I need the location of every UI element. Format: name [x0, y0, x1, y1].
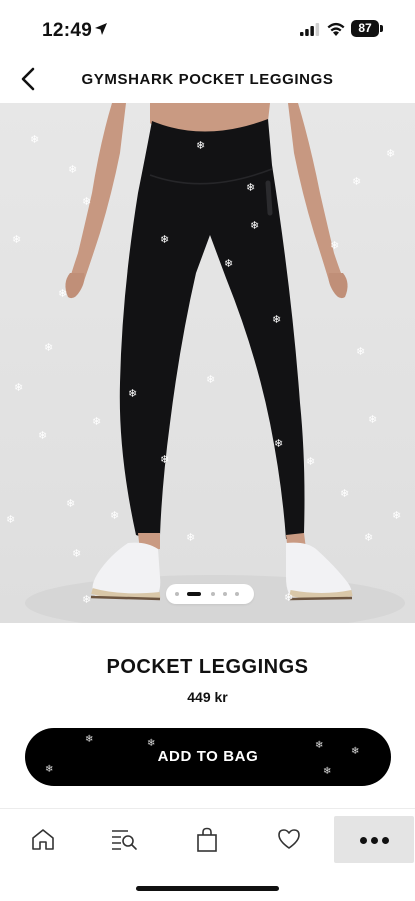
- svg-text:❄: ❄: [160, 453, 169, 466]
- battery-indicator: 87: [351, 20, 379, 37]
- svg-text:❄: ❄: [82, 195, 91, 208]
- wifi-icon: [327, 22, 345, 36]
- cellular-signal-icon: [300, 23, 320, 36]
- nav-header: GYMSHARK POCKET LEGGINGS: [0, 54, 415, 104]
- carousel-dot[interactable]: [211, 592, 215, 596]
- svg-text:❄: ❄: [14, 381, 23, 394]
- location-arrow-icon: [95, 23, 107, 35]
- carousel-dot[interactable]: [223, 592, 227, 596]
- svg-text:❄: ❄: [284, 591, 293, 604]
- product-image-carousel[interactable]: ❄ ❄ ❄ ❄ ❄ ❄ ❄ ❄ ❄ ❄ ❄ ❄ ❄ ❄ ❄ ❄ ❄ ❄ ❄ ❄ ❄ ❄ ❄ ❄ ❄ ❄ ❄ ❄ ❄ ❄ …: [0, 103, 415, 623]
- home-icon: [32, 829, 54, 850]
- page-title: GYMSHARK POCKET LEGGINGS: [81, 71, 334, 88]
- svg-text:❄: ❄: [38, 429, 47, 442]
- svg-text:❄: ❄: [110, 509, 119, 522]
- svg-text:❄: ❄: [92, 415, 101, 428]
- bag-icon: [197, 827, 217, 852]
- svg-text:❄: ❄: [224, 257, 233, 270]
- svg-text:❄: ❄: [246, 181, 255, 194]
- svg-text:❄: ❄: [12, 233, 21, 246]
- svg-text:❄: ❄: [44, 341, 53, 354]
- svg-text:❄: ❄: [272, 313, 281, 326]
- tab-search[interactable]: [92, 817, 152, 861]
- svg-text:❄: ❄: [82, 593, 91, 606]
- svg-text:❄: ❄: [206, 373, 215, 386]
- svg-text:❄: ❄: [128, 387, 137, 400]
- add-to-bag-button[interactable]: ❄ ❄ ❄ ❄ ❄ ❄ ADD TO BAG: [25, 728, 391, 786]
- product-name: POCKET LEGGINGS: [106, 656, 309, 678]
- tab-wishlist[interactable]: [258, 817, 318, 861]
- svg-text:❄: ❄: [368, 413, 377, 426]
- svg-text:❄: ❄: [386, 147, 395, 160]
- more-icon-dot: [382, 837, 389, 844]
- svg-text:❄: ❄: [364, 531, 373, 544]
- status-bar: 12:49 87: [0, 0, 415, 54]
- svg-text:❄: ❄: [340, 487, 349, 500]
- add-to-bag-label: ADD TO BAG: [157, 748, 259, 765]
- tab-more[interactable]: [334, 816, 414, 863]
- svg-text:❄: ❄: [274, 437, 283, 450]
- heart-icon: [278, 829, 300, 849]
- svg-text:❄: ❄: [66, 497, 75, 510]
- more-icon: [360, 837, 367, 844]
- carousel-dot[interactable]: [175, 592, 179, 596]
- svg-text:❄: ❄: [72, 547, 81, 560]
- carousel-dot[interactable]: [235, 592, 239, 596]
- tab-bag[interactable]: [177, 817, 237, 861]
- svg-text:❄: ❄: [196, 139, 205, 152]
- home-indicator: [136, 886, 279, 891]
- snowflake-icon: ❄: [85, 734, 94, 745]
- search-list-icon: [112, 830, 137, 850]
- back-arrow-icon[interactable]: [14, 64, 44, 94]
- clock: 12:49: [42, 20, 93, 41]
- battery-tip: [380, 25, 383, 32]
- snowflake-icon: ❄: [45, 764, 54, 775]
- more-icon-dot: [371, 837, 378, 844]
- product-price: 449 kr: [187, 689, 228, 705]
- snowflake-icon: ❄: [323, 766, 332, 777]
- svg-text:❄: ❄: [306, 455, 315, 468]
- svg-text:❄: ❄: [30, 133, 39, 146]
- svg-text:❄: ❄: [330, 239, 339, 252]
- carousel-dot-active[interactable]: [187, 592, 201, 596]
- svg-text:❄: ❄: [250, 219, 259, 232]
- svg-text:❄: ❄: [58, 287, 67, 300]
- tab-home[interactable]: [12, 817, 72, 861]
- svg-text:❄: ❄: [356, 345, 365, 358]
- svg-text:❄: ❄: [68, 163, 77, 176]
- carousel-pagination[interactable]: [166, 584, 254, 604]
- svg-text:❄: ❄: [160, 233, 169, 246]
- svg-text:❄: ❄: [186, 531, 195, 544]
- svg-text:❄: ❄: [6, 513, 15, 526]
- product-image: ❄❄❄ ❄❄❄ ❄❄❄ ❄❄❄ ❄❄❄ ❄❄❄ ❄❄❄ ❄❄❄ ❄❄❄ ❄❄❄ …: [6, 103, 405, 623]
- svg-text:❄: ❄: [352, 175, 361, 188]
- svg-text:❄: ❄: [392, 509, 401, 522]
